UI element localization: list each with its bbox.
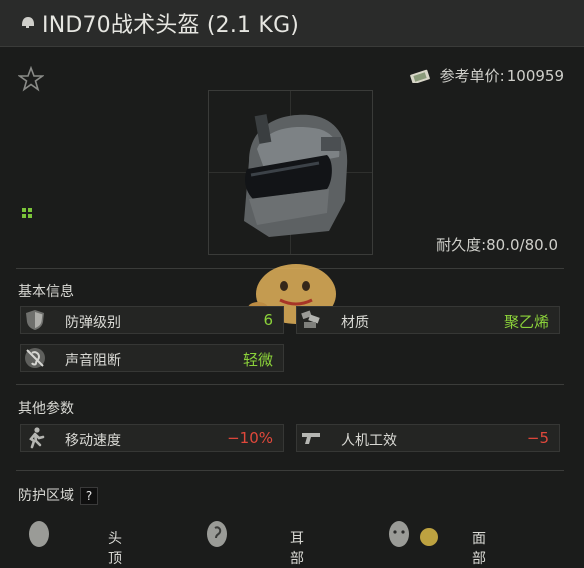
stat-value: −10% xyxy=(227,429,273,447)
stat-label: 防弹级别 xyxy=(65,315,121,331)
ear-muted-icon xyxy=(25,348,45,368)
favorite-star-icon[interactable] xyxy=(18,66,44,92)
protection-zones-label: 防护区域 xyxy=(18,488,74,504)
stat-value: 聚乙烯 xyxy=(503,313,549,331)
zone-label: 耳部 xyxy=(290,531,304,567)
window-title: IND70战术头盔 (2.1 KG) xyxy=(42,13,300,38)
stat-move-speed: 移动速度 −10% xyxy=(20,424,284,452)
stat-material: 材质 聚乙烯 xyxy=(296,306,560,334)
price-label: 参考单价: xyxy=(439,67,505,85)
price-value: 100959 xyxy=(506,66,564,85)
stat-value: 轻微 xyxy=(242,351,273,369)
stat-armor-class: 防弹级别 6 xyxy=(20,306,284,334)
stat-label: 人机工效 xyxy=(341,433,397,449)
zone-label: 面部 xyxy=(472,531,486,567)
durability-value: 80.0/80.0 xyxy=(486,236,558,254)
stat-label: 移动速度 xyxy=(65,433,121,449)
durability: 耐久度:80.0/80.0 xyxy=(436,234,558,255)
pistol-icon xyxy=(302,433,320,444)
stat-sound-reduction: 声音阻断 轻微 xyxy=(20,344,284,372)
reference-price: 参考单价: 100959 xyxy=(409,65,564,86)
help-icon[interactable]: ? xyxy=(80,487,98,505)
section-basic-info: 基本信息 xyxy=(18,284,74,300)
section-other-params: 其他参数 xyxy=(18,401,74,417)
banknote-icon xyxy=(409,69,430,83)
stat-value: −5 xyxy=(526,429,549,447)
item-image-frame xyxy=(208,90,373,255)
coin-icon xyxy=(420,528,438,546)
stat-label: 材质 xyxy=(341,315,369,331)
running-icon xyxy=(29,427,45,449)
durability-label: 耐久度: xyxy=(436,236,487,254)
window-titlebar: IND70战术头盔 (2.1 KG) xyxy=(0,0,584,47)
shield-icon xyxy=(26,310,44,330)
helmet-icon xyxy=(22,17,34,28)
helmet-image xyxy=(244,114,348,237)
divider xyxy=(16,470,564,471)
stat-ergonomics: 人机工效 −5 xyxy=(296,424,560,452)
divider xyxy=(16,384,564,385)
material-icon xyxy=(301,310,320,328)
grid-size-icon xyxy=(22,208,32,218)
zone-label: 头顶 xyxy=(108,531,122,567)
stat-value: 6 xyxy=(263,311,273,329)
stat-label: 声音阻断 xyxy=(65,353,121,369)
section-protection-zones: 防护区域? xyxy=(18,485,98,505)
